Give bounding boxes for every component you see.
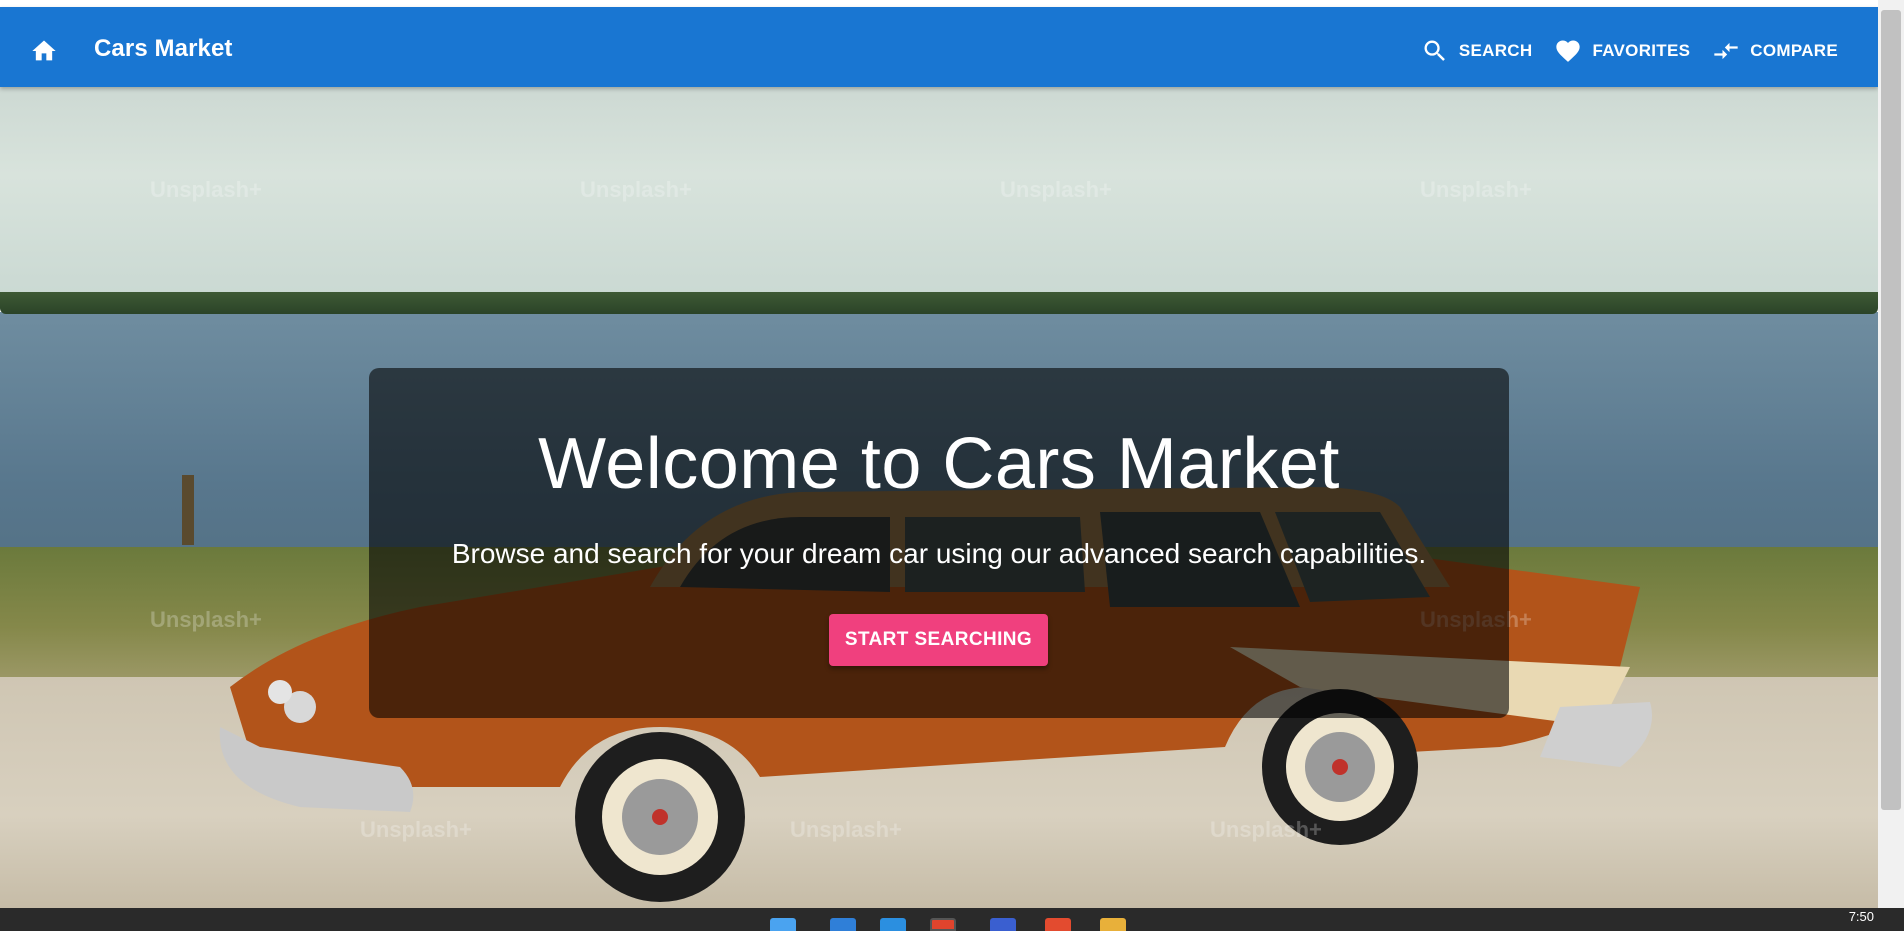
watermark-text: Unsplash+ (1210, 817, 1322, 842)
watermark-text: Unsplash+ (580, 177, 692, 202)
hero-title: Welcome to Cars Market (538, 424, 1340, 504)
nav-search-label: SEARCH (1458, 41, 1533, 60)
app-bar: Cars Market SEARCH FAVORITES COMPARE (0, 7, 1878, 87)
watermark-text: Unsplash+ (150, 607, 262, 632)
watermark-text: Unsplash+ (1420, 177, 1532, 202)
taskbar-app-icon[interactable] (990, 918, 1016, 931)
home-icon (32, 40, 56, 61)
browser-viewport: Cars Market SEARCH FAVORITES COMPARE Uns… (0, 0, 1878, 908)
watermark-text: Unsplash+ (150, 177, 262, 202)
heart-icon (1556, 40, 1581, 62)
taskbar-app-icon[interactable] (830, 918, 856, 931)
compare-arrows-icon (1714, 42, 1738, 60)
watermark-text: Unsplash+ (360, 817, 472, 842)
file-explorer-icon[interactable] (1100, 918, 1126, 931)
hero-overlay-card: Welcome to Cars Market Browse and search… (369, 368, 1509, 718)
watermark-text: Unsplash+ (790, 817, 902, 842)
scrollbar-thumb[interactable] (1881, 10, 1901, 810)
vscode-icon[interactable] (880, 918, 906, 931)
search-icon (1424, 40, 1445, 61)
watermark-text: Unsplash+ (1000, 177, 1112, 202)
os-taskbar: 7:50 (0, 908, 1904, 931)
top-nav: SEARCH FAVORITES COMPARE (1421, 31, 1838, 71)
taskbar-clock[interactable]: 7:50 (1849, 909, 1874, 924)
chrome-icon[interactable] (930, 918, 956, 931)
nav-search-button[interactable]: SEARCH (1421, 31, 1533, 71)
nav-favorites-label: FAVORITES (1592, 41, 1691, 60)
windows-start-icon[interactable] (770, 918, 796, 931)
nav-compare-label: COMPARE (1750, 41, 1838, 60)
home-button[interactable] (26, 33, 62, 69)
hero-subtitle: Browse and search for your dream car usi… (451, 538, 1427, 569)
nav-favorites-button[interactable]: FAVORITES (1554, 31, 1690, 71)
start-searching-button[interactable]: START SEARCHING (829, 614, 1048, 666)
brand-title[interactable]: Cars Market (94, 35, 233, 63)
taskbar-app-icon[interactable] (1045, 918, 1071, 931)
nav-compare-button[interactable]: COMPARE (1712, 31, 1838, 71)
